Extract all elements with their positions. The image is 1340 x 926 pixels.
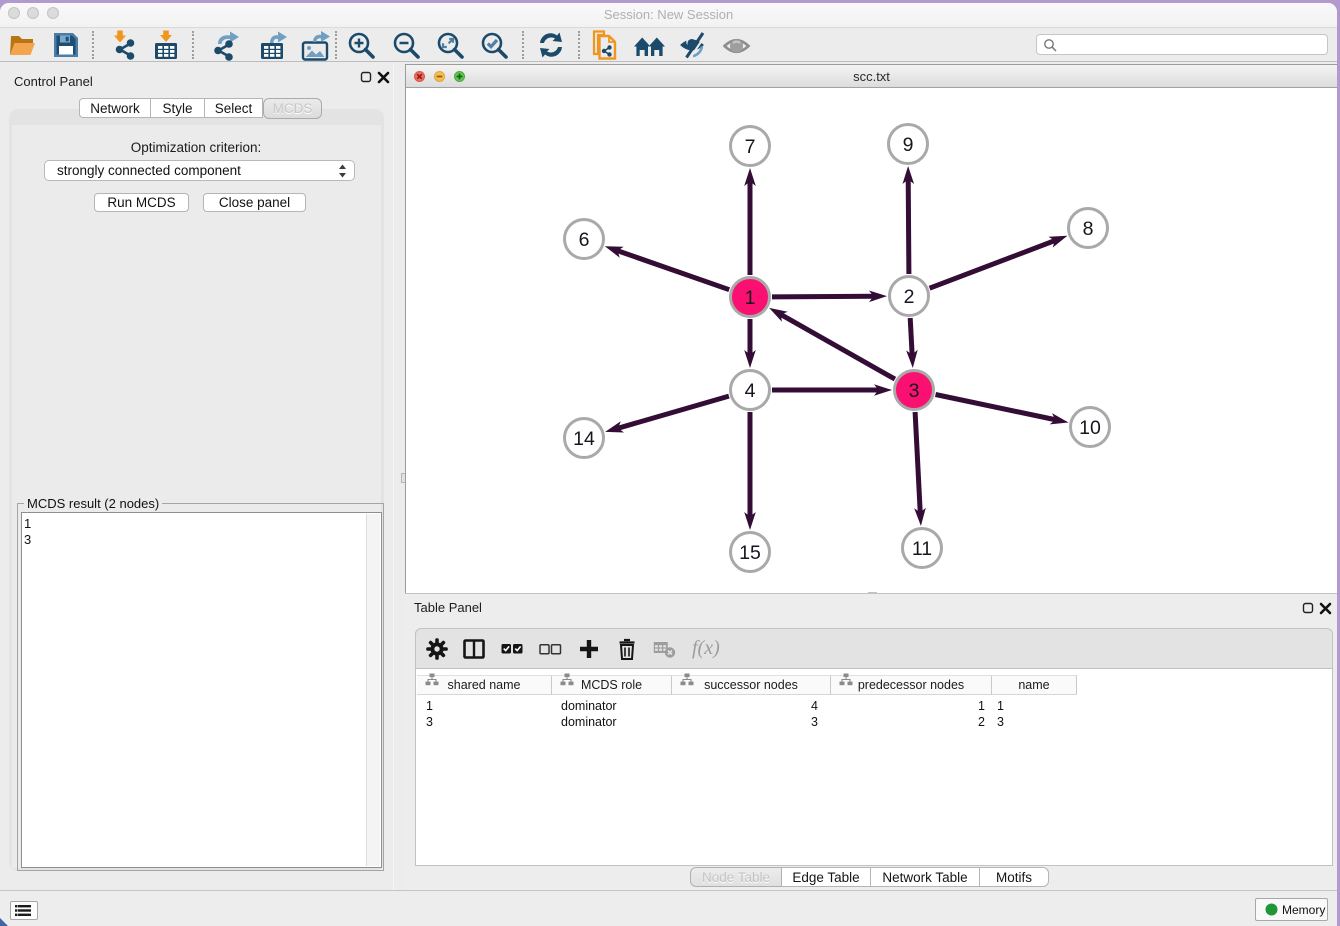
svg-text:1: 1 xyxy=(745,287,756,309)
svg-text:3: 3 xyxy=(909,380,920,402)
svg-text:11: 11 xyxy=(912,538,932,560)
svg-text:15: 15 xyxy=(739,542,761,564)
svg-text:7: 7 xyxy=(745,136,756,158)
svg-text:10: 10 xyxy=(1079,417,1101,439)
svg-text:9: 9 xyxy=(903,134,914,156)
svg-text:14: 14 xyxy=(573,428,595,450)
svg-text:6: 6 xyxy=(579,229,590,251)
svg-text:2: 2 xyxy=(904,286,915,308)
svg-text:4: 4 xyxy=(745,380,756,402)
svg-text:8: 8 xyxy=(1083,218,1094,240)
